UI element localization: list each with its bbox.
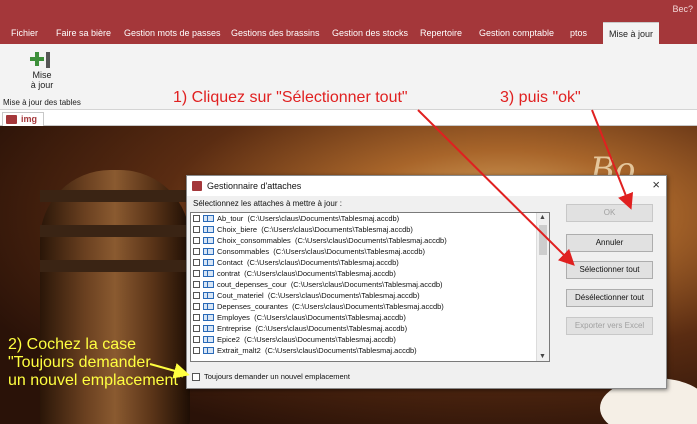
annotation-step3: 3) puis "ok": [500, 89, 581, 106]
annotation-step2: 2) Cochez la case "Toujours demander un …: [8, 336, 184, 390]
annotation-step2-line1: 2) Cochez la case: [8, 336, 137, 353]
arrow-to-select-all: [417, 109, 575, 266]
annotation-step1: 1) Cliquez sur "Sélectionner tout": [173, 89, 408, 106]
annotation-step2-line3: un nouvel emplacement": [8, 372, 184, 389]
arrow-to-ok: [591, 109, 634, 210]
annotation-step2-line2: "Toujours demander: [8, 354, 151, 371]
